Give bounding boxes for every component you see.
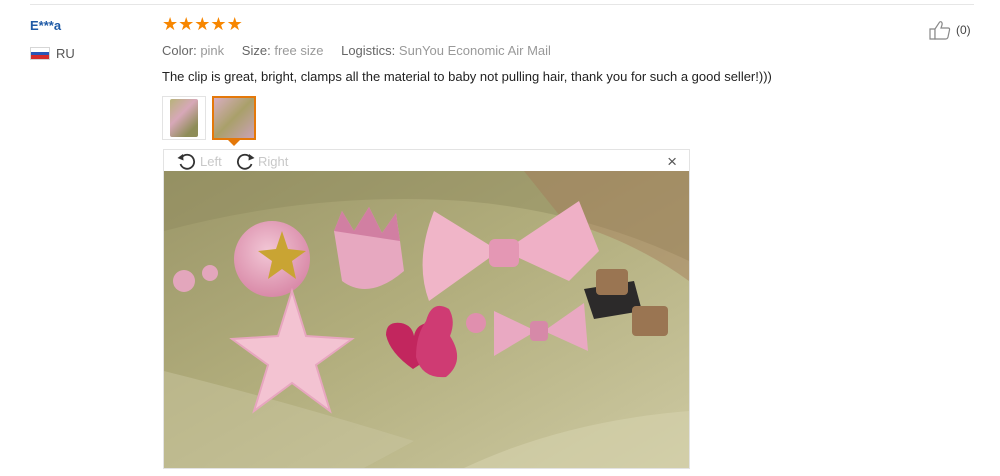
image-viewer: Left Right ×: [163, 149, 690, 469]
country-code: RU: [56, 46, 75, 61]
review-image-thumbnails: [162, 96, 256, 146]
review-photo: [164, 171, 689, 468]
order-attributes: Color: pink Size: free size Logistics: S…: [162, 43, 565, 58]
review-image-thumbnail-selected[interactable]: [212, 96, 256, 146]
size-value: free size: [274, 43, 324, 58]
thumbs-up-icon: [929, 21, 951, 40]
star-icon: ★: [210, 14, 227, 34]
logistics-key: Logistics:: [341, 43, 396, 58]
star-rating: ★ ★ ★ ★ ★: [162, 15, 243, 33]
reviewer-country: RU: [30, 46, 75, 61]
review-text: The clip is great, bright, clamps all th…: [162, 69, 772, 84]
rotate-left-icon: [177, 153, 196, 170]
logistics-value: SunYou Economic Air Mail: [398, 43, 551, 58]
helpful-count: (0): [956, 23, 971, 37]
star-icon: ★: [178, 14, 195, 34]
divider: [30, 4, 974, 5]
thumbnail-photo: [214, 98, 254, 138]
star-icon: ★: [226, 14, 243, 34]
helpful-button[interactable]: (0): [928, 20, 971, 40]
rotate-right-button[interactable]: Right: [234, 152, 288, 170]
rotate-left-button[interactable]: Left: [176, 152, 222, 170]
thumbnail-photo: [170, 99, 198, 137]
rotate-right-icon: [236, 153, 255, 170]
image-viewer-toolbar: Left Right ×: [164, 150, 689, 172]
star-icon: ★: [194, 14, 211, 34]
rotate-left-label: Left: [200, 153, 222, 169]
star-icon: ★: [162, 14, 179, 34]
close-icon[interactable]: ×: [667, 152, 677, 172]
size-key: Size:: [241, 43, 271, 58]
review-image-thumbnail[interactable]: [162, 96, 206, 140]
reviewer-name: E***a: [30, 18, 62, 33]
rotate-right-label: Right: [258, 153, 289, 169]
color-key: Color:: [162, 43, 197, 58]
russia-flag-icon: [30, 47, 50, 60]
color-value: pink: [200, 43, 225, 58]
